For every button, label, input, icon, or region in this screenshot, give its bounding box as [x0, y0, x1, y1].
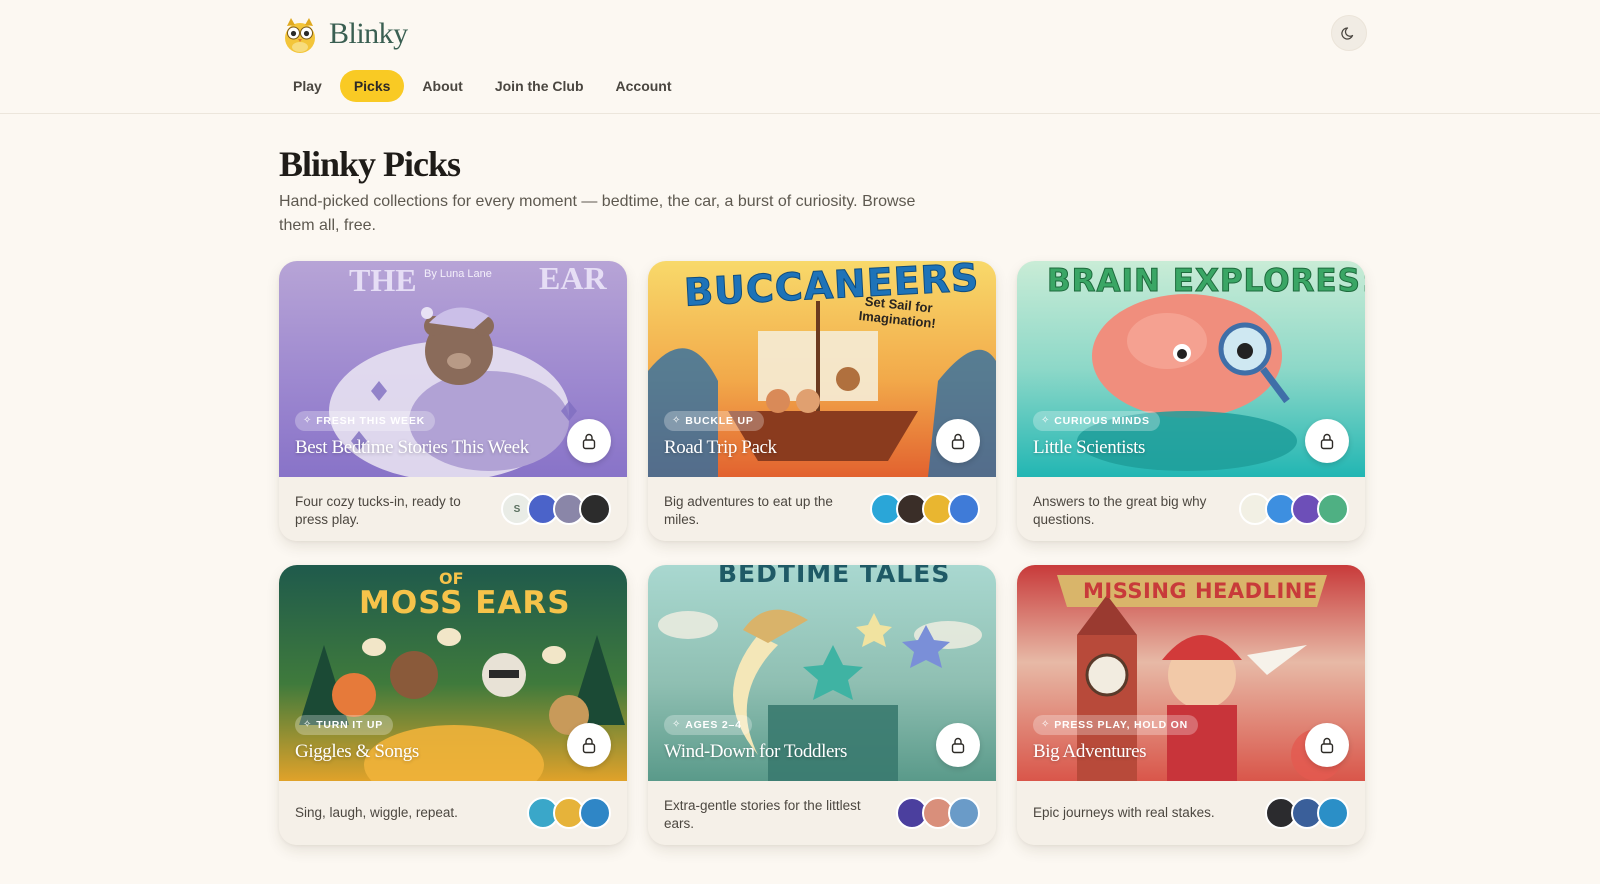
nav-item-about[interactable]: About: [408, 70, 476, 102]
story-avatars: [870, 493, 980, 525]
avatar: [1317, 493, 1349, 525]
story-avatars: S: [501, 493, 611, 525]
badge-label: BUCKLE UP: [685, 415, 754, 427]
lock-button[interactable]: [1305, 723, 1349, 767]
card-footer: Epic journeys with real stakes.: [1017, 781, 1365, 845]
card-footer: Extra-gentle stories for the littlest ea…: [648, 781, 996, 845]
card-footer: Sing, laugh, wiggle, repeat.: [279, 781, 627, 845]
card-title: Giggles & Songs: [295, 741, 419, 762]
cover-art: BRAIN EXPLORES! ✧ CURIOUS MINDS Little S…: [1017, 261, 1365, 477]
cover-art: BEDTIME TALES ✧ AGES 2–4 Wind-Down for T…: [648, 565, 996, 781]
card-description: Sing, laugh, wiggle, repeat.: [295, 805, 458, 820]
avatar: [579, 797, 611, 829]
badge: ✧ AGES 2–4: [664, 715, 752, 735]
lock-button[interactable]: [1305, 419, 1349, 463]
cover-art: MISSING HEADLINE ✧ PRESS PLAY, HOLD ON B…: [1017, 565, 1365, 781]
cover-byline: By Luna Lane: [424, 268, 492, 280]
cover-art: OF MOSS EARS ✧ TURN IT UP Giggles & Song…: [279, 565, 627, 781]
card-footer: Four cozy tucks-in, ready to press play.…: [279, 477, 627, 541]
card-description: Epic journeys with real stakes.: [1033, 805, 1215, 820]
cover-title: MOSS EARS: [359, 585, 571, 621]
nav-item-play[interactable]: Play: [279, 70, 336, 102]
main-nav: Play Picks About Join the Club Account: [279, 70, 686, 102]
card-footer: Answers to the great big why questions.: [1017, 477, 1365, 541]
lock-button[interactable]: [936, 723, 980, 767]
lock-button[interactable]: [567, 723, 611, 767]
sparkle-icon: ✧: [672, 719, 682, 730]
sparkle-icon: ✧: [303, 415, 313, 426]
card-title: Little Scientists: [1033, 437, 1145, 458]
lock-icon: [1320, 737, 1334, 754]
owl-logo-icon: [285, 18, 315, 53]
badge-label: TURN IT UP: [316, 719, 384, 731]
avatar: [1317, 797, 1349, 829]
badge: ✧ BUCKLE UP: [664, 411, 764, 431]
cover-title: MISSING HEADLINE: [1083, 579, 1318, 603]
card-description: Big adventures to eat up the miles.: [664, 494, 833, 527]
collection-card-bedtime[interactable]: THE EAR By Luna Lane ✧ FRESH THIS WEEK B…: [279, 261, 627, 541]
svg-text:EAR: EAR: [539, 261, 607, 296]
card-title: Best Bedtime Stories This Week: [295, 437, 529, 458]
card-footer: Big adventures to eat up the miles.: [648, 477, 996, 541]
story-avatars: [1265, 797, 1349, 829]
page-subtitle: Hand-picked collections for every moment…: [279, 193, 916, 234]
lock-button[interactable]: [936, 419, 980, 463]
site-header: Blinky Play Picks About Join the Club Ac…: [0, 0, 1600, 114]
avatar: [948, 797, 980, 829]
card-title: Road Trip Pack: [664, 437, 777, 458]
story-avatars: [896, 797, 980, 829]
sparkle-icon: ✧: [672, 415, 682, 426]
page-title: Blinky Picks: [279, 144, 461, 184]
nav-item-account[interactable]: Account: [602, 70, 686, 102]
collection-card-big-adventures[interactable]: MISSING HEADLINE ✧ PRESS PLAY, HOLD ON B…: [1017, 565, 1365, 845]
card-description: Four cozy tucks-in, ready to press play.: [295, 494, 461, 527]
avatar: [948, 493, 980, 525]
lock-icon: [951, 737, 965, 754]
lock-icon: [1320, 433, 1334, 450]
logo[interactable]: Blinky: [281, 14, 408, 54]
badge-label: FRESH THIS WEEK: [316, 415, 426, 427]
collection-card-wind-down[interactable]: BEDTIME TALES ✧ AGES 2–4 Wind-Down for T…: [648, 565, 996, 845]
badge: ✧ FRESH THIS WEEK: [295, 411, 436, 431]
badge-label: PRESS PLAY, HOLD ON: [1054, 719, 1189, 731]
cover-art: BUCCANEERS Set Sail for Imagination! ✧ B…: [648, 261, 996, 477]
sparkle-icon: ✧: [1041, 415, 1051, 426]
story-avatars: [527, 797, 611, 829]
cover-art: THE EAR By Luna Lane ✧ FRESH THIS WEEK B…: [279, 261, 627, 477]
lock-icon: [951, 433, 965, 450]
nav-item-join-the-club[interactable]: Join the Club: [481, 70, 598, 102]
badge: ✧ CURIOUS MINDS: [1033, 411, 1160, 431]
collection-card-road-trip[interactable]: BUCCANEERS Set Sail for Imagination! ✧ B…: [648, 261, 996, 541]
card-description: Answers to the great big why questions.: [1033, 494, 1207, 527]
sparkle-icon: ✧: [303, 719, 313, 730]
badge: ✧ TURN IT UP: [295, 715, 394, 735]
lock-icon: [582, 433, 596, 450]
cover-title: BEDTIME TALES: [718, 565, 951, 588]
app-name: Blinky: [329, 17, 408, 50]
card-description: Extra-gentle stories for the littlest ea…: [664, 798, 861, 831]
badge: ✧ PRESS PLAY, HOLD ON: [1033, 715, 1199, 735]
card-title: Wind-Down for Toddlers: [664, 741, 847, 762]
story-avatars: [1239, 493, 1349, 525]
theme-toggle-button[interactable]: [1331, 15, 1367, 51]
svg-text:THE: THE: [349, 262, 417, 298]
cover-title: BRAIN EXPLORES!: [1046, 263, 1365, 300]
card-title: Big Adventures: [1033, 741, 1147, 762]
nav-item-picks[interactable]: Picks: [339, 70, 405, 102]
moon-icon: [1341, 27, 1354, 40]
sparkle-icon: ✧: [1041, 719, 1051, 730]
badge-label: CURIOUS MINDS: [1054, 415, 1150, 427]
badge-label: AGES 2–4: [685, 719, 742, 731]
collection-card-little-scientists[interactable]: BRAIN EXPLORES! ✧ CURIOUS MINDS Little S…: [1017, 261, 1365, 541]
collection-card-giggles-songs[interactable]: OF MOSS EARS ✧ TURN IT UP Giggles & Song…: [279, 565, 627, 845]
avatar: [579, 493, 611, 525]
lock-icon: [582, 737, 596, 754]
lock-button[interactable]: [567, 419, 611, 463]
